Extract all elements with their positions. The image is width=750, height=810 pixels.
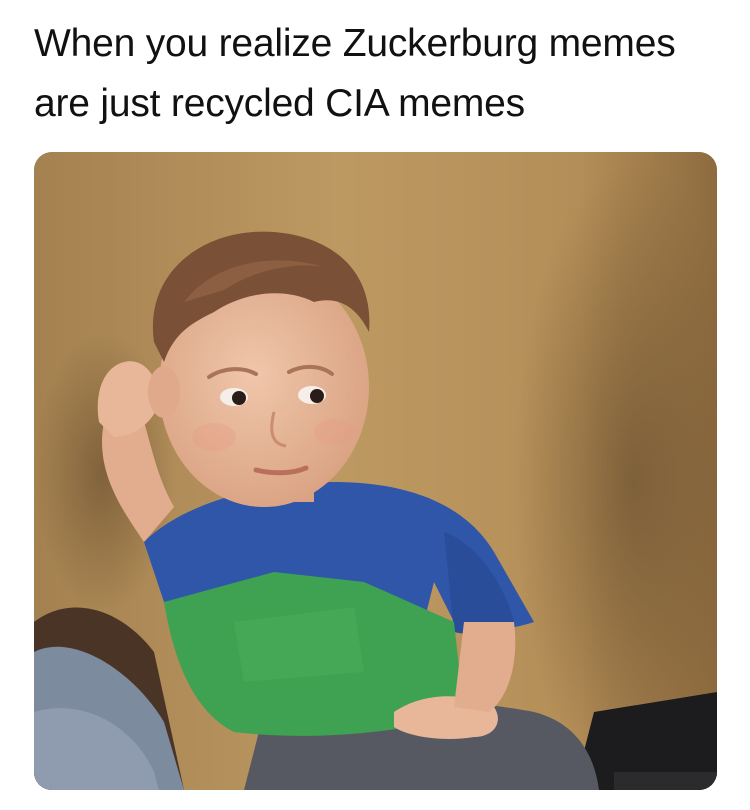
photo-illustration <box>34 152 717 790</box>
caption-line-1: When you realize Zuckerburg memes <box>34 22 676 65</box>
caption-line-2: are just recycled CIA memes <box>34 82 525 125</box>
meme-photo <box>34 152 717 790</box>
meme-caption: When you realize Zuckerburg memes are ju… <box>34 14 724 134</box>
